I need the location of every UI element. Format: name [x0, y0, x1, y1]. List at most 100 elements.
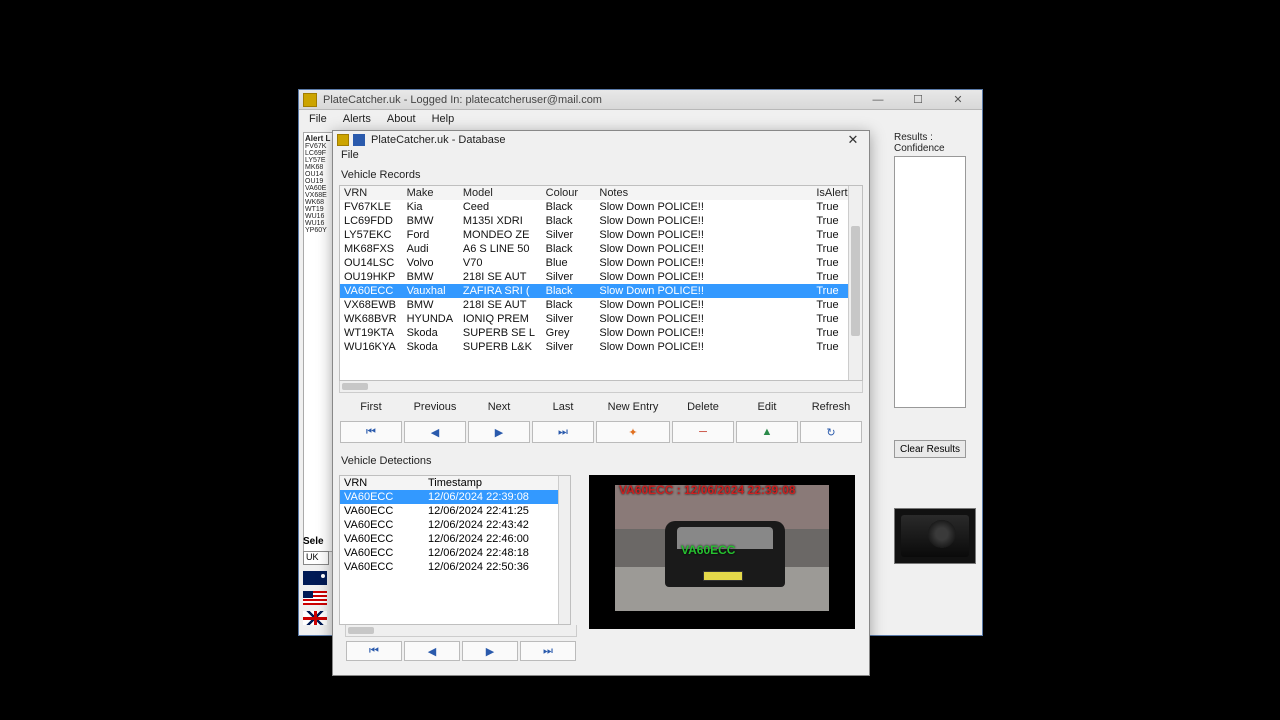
alert-list-item[interactable]: LY57E	[305, 157, 335, 164]
cell-model: IONIQ PREM	[459, 312, 542, 326]
table-row[interactable]: FV67KLEKiaCeedBlackSlow Down POLICE!!Tru…	[340, 200, 862, 214]
alert-list-item[interactable]: OU19	[305, 178, 335, 185]
cell-timestamp: 12/06/2024 22:39:08	[424, 490, 570, 504]
minimize-button[interactable]: —	[858, 91, 898, 109]
lbl-delete: Delete	[671, 401, 735, 413]
country-dropdown[interactable]: UK	[303, 551, 329, 565]
det-last-button[interactable]: ⏭	[520, 641, 576, 661]
flag-uk-icon[interactable]	[303, 611, 327, 625]
menu-alerts[interactable]: Alerts	[343, 113, 371, 125]
vehicle-records-grid[interactable]: VRN Make Model Colour Notes IsAlert FV67…	[339, 185, 863, 381]
flag-aus-icon[interactable]	[303, 571, 327, 585]
alert-list-item[interactable]: WK68	[305, 199, 335, 206]
lbl-next: Next	[467, 401, 531, 413]
det-col-vrn[interactable]: VRN	[340, 476, 424, 490]
alert-list-item[interactable]: YP60Y	[305, 227, 335, 234]
menu-file[interactable]: File	[309, 113, 327, 125]
cell-model: ZAFIRA SRI (	[459, 284, 542, 298]
detections-hscrollbar[interactable]	[345, 625, 577, 637]
table-row[interactable]: LY57EKCFordMONDEO ZESilverSlow Down POLI…	[340, 228, 862, 242]
det-col-timestamp[interactable]: Timestamp	[424, 476, 570, 490]
detections-header-row[interactable]: VRN Timestamp	[340, 476, 570, 490]
cell-colour: Blue	[542, 256, 596, 270]
table-row[interactable]: VA60ECCVauxhalZAFIRA SRI (BlackSlow Down…	[340, 284, 862, 298]
det-first-button[interactable]: ⏮	[346, 641, 402, 661]
flag-usa-icon[interactable]	[303, 591, 327, 605]
table-row[interactable]: OU19HKPBMW218I SE AUTSilverSlow Down POL…	[340, 270, 862, 284]
db-menu-file[interactable]: File	[341, 149, 359, 161]
cell-vrn: LC69FDD	[340, 214, 403, 228]
alert-list-item[interactable]: VX68E	[305, 192, 335, 199]
col-vrn[interactable]: VRN	[340, 186, 403, 200]
table-row[interactable]: WK68BVRHYUNDAIONIQ PREMSilverSlow Down P…	[340, 312, 862, 326]
first-button[interactable]: ⏮	[340, 421, 402, 443]
minus-icon: ─	[699, 426, 707, 438]
col-model[interactable]: Model	[459, 186, 542, 200]
edit-button[interactable]: ▲	[736, 421, 798, 443]
new-entry-button[interactable]: ✦	[596, 421, 670, 443]
cell-make: Kia	[403, 200, 459, 214]
table-row[interactable]: MK68FXSAudiA6 S LINE 50BlackSlow Down PO…	[340, 242, 862, 256]
records-hscrollbar[interactable]	[339, 381, 863, 393]
table-row[interactable]: VA60ECC12/06/2024 22:41:25	[340, 504, 570, 518]
table-row[interactable]: OU14LSCVolvoV70BlueSlow Down POLICE!!Tru…	[340, 256, 862, 270]
cell-vrn: WK68BVR	[340, 312, 403, 326]
records-vscrollbar[interactable]	[848, 186, 862, 380]
db-titlebar[interactable]: PlateCatcher.uk - Database ✕	[333, 131, 869, 149]
db-close-button[interactable]: ✕	[841, 132, 865, 148]
col-notes[interactable]: Notes	[595, 186, 812, 200]
alert-list-item[interactable]: WU16	[305, 220, 335, 227]
table-row[interactable]: VA60ECC12/06/2024 22:50:36	[340, 560, 570, 574]
table-row[interactable]: VA60ECC12/06/2024 22:48:18	[340, 546, 570, 560]
records-nav-labels: First Previous Next Last New Entry Delet…	[339, 401, 863, 413]
cell-notes: Slow Down POLICE!!	[595, 312, 812, 326]
cell-colour: Black	[542, 284, 596, 298]
cell-colour: Black	[542, 200, 596, 214]
det-next-button[interactable]: ▶	[462, 641, 518, 661]
cell-vrn: OU14LSC	[340, 256, 403, 270]
cell-vrn: WT19KTA	[340, 326, 403, 340]
detections-vscrollbar[interactable]	[558, 476, 570, 624]
menu-help[interactable]: Help	[432, 113, 455, 125]
cell-notes: Slow Down POLICE!!	[595, 340, 812, 354]
table-row[interactable]: VX68EWBBMW218I SE AUTBlackSlow Down POLI…	[340, 298, 862, 312]
refresh-icon: ↻	[826, 426, 835, 439]
cell-model: SUPERB SE L	[459, 326, 542, 340]
clear-results-button[interactable]: Clear Results	[894, 440, 966, 458]
table-row[interactable]: WT19KTASkodaSUPERB SE LGreySlow Down POL…	[340, 326, 862, 340]
table-row[interactable]: VA60ECC12/06/2024 22:43:42	[340, 518, 570, 532]
refresh-button[interactable]: ↻	[800, 421, 862, 443]
cell-notes: Slow Down POLICE!!	[595, 298, 812, 312]
cell-timestamp: 12/06/2024 22:43:42	[424, 518, 570, 532]
delete-button[interactable]: ─	[672, 421, 734, 443]
alert-list-item[interactable]: OU14	[305, 171, 335, 178]
records-header-row[interactable]: VRN Make Model Colour Notes IsAlert	[340, 186, 862, 200]
cell-notes: Slow Down POLICE!!	[595, 284, 812, 298]
alert-list-item[interactable]: WT19	[305, 206, 335, 213]
detections-grid[interactable]: VRN Timestamp VA60ECC12/06/2024 22:39:08…	[339, 475, 571, 625]
main-titlebar[interactable]: PlateCatcher.uk - Logged In: platecatche…	[299, 90, 982, 110]
table-row[interactable]: LC69FDDBMWM135I XDRIBlackSlow Down POLIC…	[340, 214, 862, 228]
detections-nav: ⏮ ◀ ▶ ⏭	[345, 641, 577, 661]
close-button[interactable]: ✕	[938, 91, 978, 109]
table-row[interactable]: WU16KYASkodaSUPERB L&KSilverSlow Down PO…	[340, 340, 862, 354]
maximize-button[interactable]: ☐	[898, 91, 938, 109]
lbl-edit: Edit	[735, 401, 799, 413]
col-colour[interactable]: Colour	[542, 186, 596, 200]
table-row[interactable]: VA60ECC12/06/2024 22:46:00	[340, 532, 570, 546]
next-button[interactable]: ▶	[468, 421, 530, 443]
det-previous-button[interactable]: ◀	[404, 641, 460, 661]
last-button[interactable]: ⏭	[532, 421, 594, 443]
alert-list-item[interactable]: LC69F	[305, 150, 335, 157]
results-listbox[interactable]	[894, 156, 966, 408]
lbl-first: First	[339, 401, 403, 413]
alert-list-item[interactable]: FV67K	[305, 143, 335, 150]
alert-list-item[interactable]: WU16	[305, 213, 335, 220]
cell-notes: Slow Down POLICE!!	[595, 326, 812, 340]
alert-list-item[interactable]: MK68	[305, 164, 335, 171]
previous-button[interactable]: ◀	[404, 421, 466, 443]
table-row[interactable]: VA60ECC12/06/2024 22:39:08	[340, 490, 570, 504]
menu-about[interactable]: About	[387, 113, 416, 125]
alert-list-item[interactable]: VA60E	[305, 185, 335, 192]
col-make[interactable]: Make	[403, 186, 459, 200]
